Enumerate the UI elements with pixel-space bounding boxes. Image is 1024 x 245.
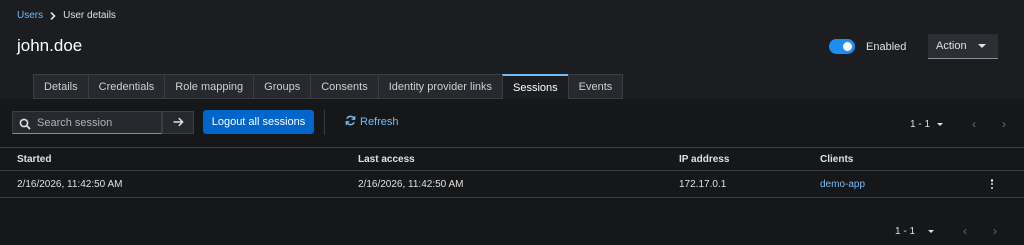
pagination-range-bottom: 1 - 1 bbox=[895, 225, 916, 237]
cell-last-access: 2/16/2026, 11:42:50 AM bbox=[358, 179, 464, 190]
pagination-range: 1 - 1 bbox=[910, 118, 931, 130]
tab-bar: Details Credentials Role mapping Groups … bbox=[33, 74, 624, 99]
refresh-button[interactable]: Refresh bbox=[345, 115, 399, 129]
column-last-access: Last access bbox=[358, 154, 415, 165]
enabled-label: Enabled bbox=[866, 40, 907, 53]
previous-page-icon[interactable]: ‹ bbox=[950, 224, 980, 238]
action-label: Action bbox=[936, 40, 967, 52]
next-page-icon[interactable]: › bbox=[980, 224, 1010, 238]
row-actions-kebab-icon[interactable] bbox=[988, 177, 996, 191]
search-box bbox=[12, 111, 162, 134]
pagination-toggle[interactable]: 1 - 1 bbox=[910, 118, 944, 130]
sessions-toolbar: Logout all sessions Refresh 1 - 1 ‹ › bbox=[0, 99, 1024, 147]
sessions-table: Started Last access IP address Clients 2… bbox=[0, 147, 1024, 198]
tab-sessions[interactable]: Sessions bbox=[502, 74, 568, 99]
page-title: john.doe bbox=[17, 36, 83, 55]
enabled-switch: Enabled bbox=[829, 39, 906, 54]
table-row: 2/16/2026, 11:42:50 AM 2/16/2026, 11:42:… bbox=[0, 171, 1024, 198]
user-details-page: Users User details john.doe Enabled Acti… bbox=[0, 0, 1024, 245]
tab-identity-provider-links[interactable]: Identity provider links bbox=[377, 74, 503, 99]
tab-events[interactable]: Events bbox=[567, 74, 624, 99]
client-link[interactable]: demo-app bbox=[820, 179, 865, 190]
page-header: Users User details john.doe Enabled Acti… bbox=[0, 0, 1024, 99]
sync-icon bbox=[345, 115, 356, 129]
pagination-top: 1 - 1 ‹ › bbox=[910, 117, 1019, 131]
column-clients: Clients bbox=[820, 154, 854, 165]
search-submit-button[interactable] bbox=[162, 111, 194, 134]
enabled-toggle[interactable] bbox=[829, 39, 855, 54]
cell-started: 2/16/2026, 11:42:50 AM bbox=[17, 179, 123, 190]
tab-role-mapping[interactable]: Role mapping bbox=[164, 74, 254, 99]
column-ip-address: IP address bbox=[679, 154, 730, 165]
search-icon bbox=[19, 117, 31, 130]
breadcrumb-current: User details bbox=[63, 10, 116, 21]
logout-all-sessions-button[interactable]: Logout all sessions bbox=[203, 110, 314, 134]
next-page-icon[interactable]: › bbox=[989, 117, 1019, 131]
search-input[interactable] bbox=[37, 116, 157, 129]
breadcrumb: Users User details bbox=[17, 10, 116, 21]
column-started: Started bbox=[17, 154, 52, 165]
sessions-panel: Logout all sessions Refresh 1 - 1 ‹ › St… bbox=[0, 99, 1024, 245]
breadcrumb-users-link[interactable]: Users bbox=[17, 10, 43, 21]
action-dropdown-button[interactable]: Action bbox=[928, 34, 998, 59]
cell-ip-address: 172.17.0.1 bbox=[679, 179, 727, 190]
previous-page-icon[interactable]: ‹ bbox=[959, 117, 989, 131]
toolbar-divider bbox=[324, 110, 325, 135]
tab-credentials[interactable]: Credentials bbox=[87, 74, 165, 99]
table-header: Started Last access IP address Clients bbox=[0, 147, 1024, 171]
pagination-toggle-bottom[interactable]: 1 - 1 bbox=[895, 225, 935, 237]
pagination-bottom: 1 - 1 ‹ › bbox=[895, 224, 1010, 238]
chevron-right-icon bbox=[50, 11, 56, 20]
caret-down-icon bbox=[928, 229, 935, 233]
tab-details[interactable]: Details bbox=[33, 74, 88, 99]
arrow-right-icon bbox=[173, 114, 184, 132]
caret-down-icon bbox=[978, 44, 986, 48]
tab-consents[interactable]: Consents bbox=[310, 74, 378, 99]
caret-down-icon bbox=[937, 122, 944, 126]
refresh-label: Refresh bbox=[360, 116, 399, 128]
tab-groups[interactable]: Groups bbox=[253, 74, 311, 99]
